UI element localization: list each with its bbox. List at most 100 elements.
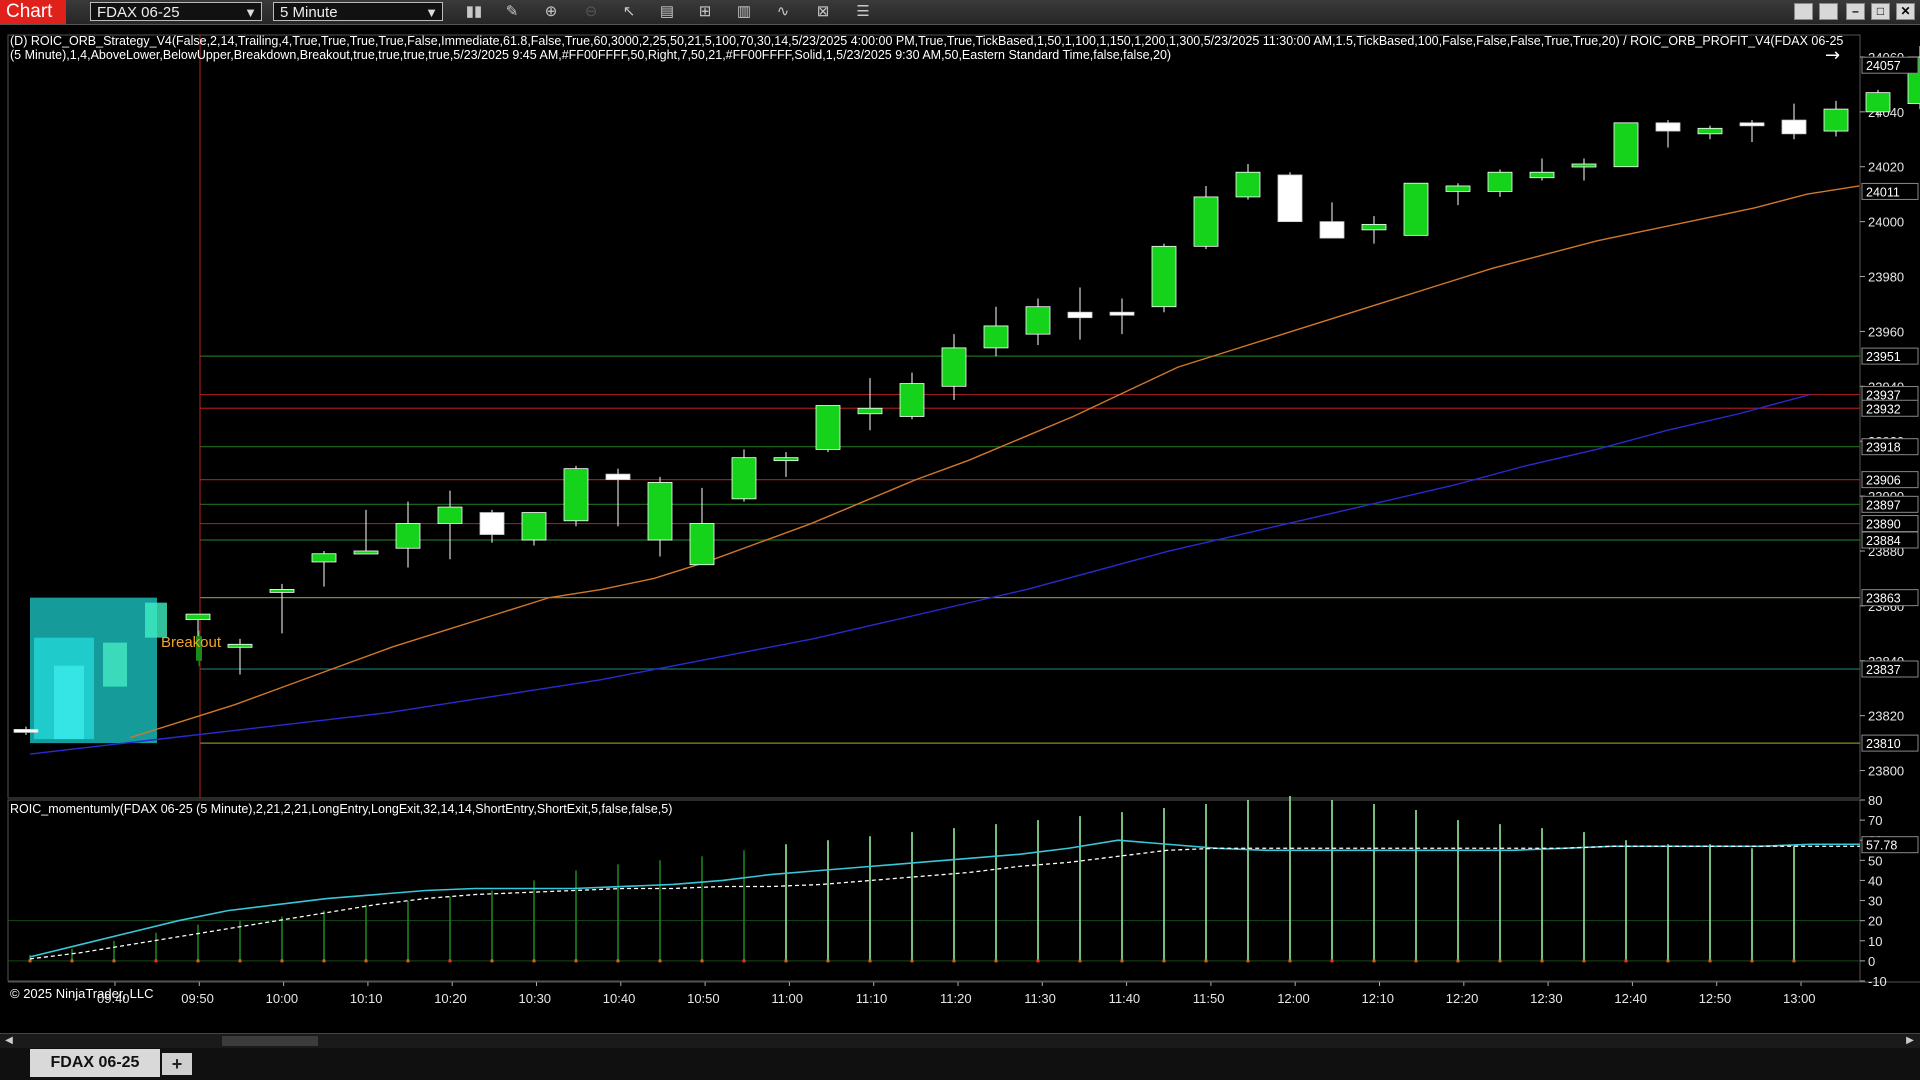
level-label: 23897	[1866, 498, 1901, 512]
momentum-tick-label: 10	[1868, 934, 1882, 949]
strategy-label: (D) ROIC_ORB_Strategy_V4(False,2,14,Trai…	[10, 34, 1847, 62]
pointer-icon[interactable]: ↖	[618, 2, 640, 22]
level-label: 23810	[1866, 737, 1901, 751]
candle-body	[185, 613, 211, 621]
toolbar: Chart FDAX 06-25 ▼ 5 Minute ▼ ▮▮ ✎ ⊕ ⊖ ↖…	[0, 0, 1920, 25]
price-tick-label: 24000	[1868, 215, 1904, 230]
time-tick-label: 11:30	[1024, 991, 1056, 1006]
momentum-dot	[1078, 959, 1082, 963]
maximize-icon[interactable]: □	[1871, 3, 1890, 20]
momentum-dot	[70, 959, 74, 963]
interval-selector[interactable]: 5 Minute ▼	[273, 2, 443, 21]
candle-body	[1025, 306, 1051, 335]
candle-body	[857, 407, 883, 415]
list-icon[interactable]: ☰	[852, 2, 874, 22]
chart-canvas[interactable]: 2380023820238402386023880239002392023940…	[0, 25, 1920, 1035]
momentum-dot	[784, 959, 788, 963]
momentum-dot	[154, 959, 158, 963]
candle-body	[1235, 171, 1261, 198]
momentum-value-label: 57.78	[1866, 839, 1897, 853]
data-box-icon[interactable]: ▤	[656, 2, 678, 22]
momentum-dot	[1498, 959, 1502, 963]
strategies-icon[interactable]: ▥	[733, 2, 755, 22]
scroll-thumb[interactable]	[222, 1036, 318, 1046]
momentum-dot	[1582, 959, 1586, 963]
momentum-dot	[952, 959, 956, 963]
momentum-tick-label: 0	[1868, 954, 1875, 969]
level-label: 23918	[1866, 441, 1901, 455]
properties-icon[interactable]: ⊠	[812, 2, 834, 22]
momentum-dot	[1372, 959, 1376, 963]
candle-body	[605, 473, 631, 481]
momentum-tick-label: 20	[1868, 914, 1882, 929]
price-tick-label: 23820	[1868, 709, 1904, 724]
minimize-icon[interactable]: –	[1846, 3, 1865, 20]
candle-body	[1445, 185, 1471, 192]
tile-icon[interactable]	[1794, 3, 1813, 20]
time-tick-label: 12:20	[1446, 991, 1479, 1006]
scroll-left-icon[interactable]: ◀	[2, 1034, 16, 1048]
candle-body	[1319, 221, 1345, 239]
drawing-tool-icon[interactable]: ✎	[501, 2, 523, 22]
chart-trader-icon[interactable]: ∿	[772, 2, 794, 22]
breakout-label: Breakout	[161, 634, 222, 651]
price-marker-label: 24011	[1866, 185, 1900, 199]
instrument-selector[interactable]: FDAX 06-25 ▼	[90, 2, 262, 21]
time-tick-label: 12:50	[1699, 991, 1732, 1006]
indicators-icon[interactable]: ⊞	[694, 2, 716, 22]
candle-body	[13, 728, 39, 733]
candle-body	[269, 589, 295, 593]
candle-body	[311, 553, 337, 563]
level-label: 23863	[1866, 592, 1901, 606]
candle-body	[1529, 171, 1555, 179]
momentum-dot	[700, 959, 704, 963]
candle-body	[1697, 127, 1723, 135]
time-tick-label: 13:00	[1783, 991, 1816, 1006]
slow-ma-line	[29, 393, 1811, 755]
candle-body	[1067, 311, 1093, 319]
candle-body	[1571, 163, 1597, 168]
level-label: 23837	[1866, 663, 1901, 677]
momentum-dot	[616, 959, 620, 963]
add-tab-button[interactable]: +	[162, 1053, 192, 1075]
zoom-in-icon[interactable]: ⊕	[540, 2, 562, 22]
momentum-panel-border	[7, 799, 1861, 982]
momentum-dot	[1666, 959, 1670, 963]
candle-body	[773, 457, 799, 462]
momentum-dot	[1708, 959, 1712, 963]
momentum-signal-line	[29, 845, 1860, 960]
momentum-dot	[1330, 959, 1334, 963]
opening-range-shade	[54, 665, 84, 740]
close-icon[interactable]: ✕	[1896, 3, 1915, 20]
horizontal-scrollbar[interactable]: ◀ ▶	[0, 1033, 1920, 1048]
momentum-tick-label: 50	[1868, 853, 1882, 868]
candle-body	[563, 468, 589, 522]
momentum-dot	[28, 959, 32, 963]
tab-bar: FDAX 06-25 +	[0, 1048, 1920, 1080]
candle-body	[1361, 223, 1387, 231]
tab-instrument[interactable]: FDAX 06-25	[30, 1049, 160, 1077]
time-tick-label: 09:50	[181, 991, 214, 1006]
candle-body	[983, 325, 1009, 349]
chart-area[interactable]: 2380023820238402386023880239002392023940…	[0, 25, 1920, 1035]
opening-range-shade	[145, 602, 167, 638]
scroll-right-icon[interactable]: ▶	[1903, 1034, 1917, 1048]
momentum-indicator-label: ROIC_momentumly(FDAX 06-25 (5 Minute),2,…	[10, 802, 673, 816]
momentum-dot	[1456, 959, 1460, 963]
candle-body	[815, 405, 841, 450]
candle-body	[941, 347, 967, 387]
candle-body	[1655, 122, 1681, 132]
momentum-dot	[1288, 959, 1292, 963]
bar-style-icon[interactable]: ▮▮	[463, 2, 485, 22]
copyright: © 2025 NinjaTrader, LLC	[10, 986, 154, 1001]
tile2-icon[interactable]	[1819, 3, 1838, 20]
price-tick-label: 23980	[1868, 270, 1904, 285]
candle-body	[1151, 245, 1177, 308]
momentum-dot	[826, 959, 830, 963]
momentum-dot	[910, 959, 914, 963]
time-tick-label: 10:50	[687, 991, 720, 1006]
level-label: 23884	[1866, 534, 1901, 548]
zoom-out-icon[interactable]: ⊖	[580, 2, 602, 22]
momentum-dot	[574, 959, 578, 963]
time-tick-label: 11:10	[856, 991, 888, 1006]
